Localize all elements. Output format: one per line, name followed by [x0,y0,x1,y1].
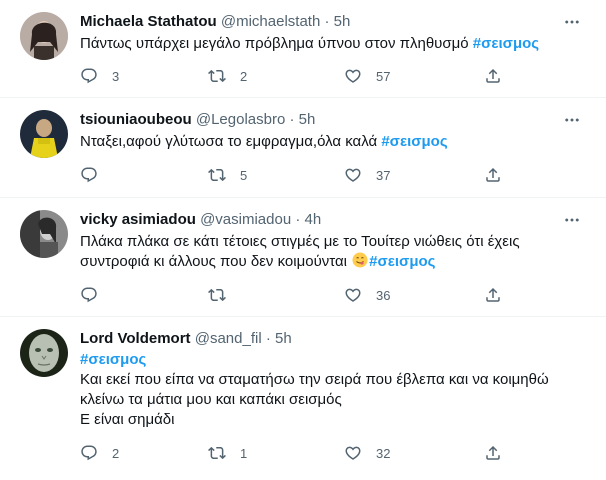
share-icon [484,67,502,85]
tweet-text: Νταξει,αφού γλύτωσα το εμφραγμα,όλα καλά… [80,132,448,152]
separator: · [324,13,330,30]
more-icon[interactable] [562,210,582,230]
reply-icon [80,444,98,462]
reply-button[interactable]: 2 [80,443,119,463]
display-name[interactable]: tsiouniaoubeou [80,111,192,128]
tweet-tsiouniaoubeou[interactable]: tsiouniaoubeou @Legolasbro · 5h Νταξει,α… [0,98,606,198]
hashtag-link[interactable]: #σεισμος [369,253,435,270]
handle[interactable]: @Legolasbro [196,111,285,128]
like-icon [344,67,362,85]
like-icon [344,444,362,462]
retweet-icon [208,166,226,184]
avatar[interactable] [20,110,68,158]
timestamp[interactable]: 5h [299,111,316,128]
tweet-text-line: Πάντως υπάρχει μεγάλο πρόβλημα ύπνου στο… [80,35,473,52]
retweet-count: 2 [240,68,248,84]
like-icon [344,166,362,184]
tweet-text-line: Και εκεί που είπα να σταματήσω την σειρά… [80,371,549,388]
share-icon [484,166,502,184]
tweet-text-line: Πλάκα πλάκα σε κάτι τέτοιες στιγμές με τ… [80,233,520,250]
like-button[interactable]: 37 [344,165,390,185]
retweet-icon [208,444,226,462]
tweet-header: Lord Voldemort @sand_fil · 5h [80,329,292,349]
display-name[interactable]: Michaela Stathatou [80,13,217,30]
reply-button[interactable] [80,285,112,305]
tweet-text-line: Νταξει,αφού γλύτωσα το εμφραγμα,όλα καλά [80,133,382,150]
reply-icon [80,286,98,304]
reply-icon [80,166,98,184]
separator: · [265,330,271,347]
face-savoring-food-emoji [352,252,368,268]
hashtag-link[interactable]: #σεισμος [473,35,539,52]
tweet-header: tsiouniaoubeou @Legolasbro · 5h [80,110,315,130]
retweet-button[interactable] [208,285,240,305]
like-icon [344,286,362,304]
tweet-header: Michaela Stathatou @michaelstath · 5h [80,12,350,32]
tweet-actions: 5 37 [80,165,500,185]
tweet-actions: 3 2 57 [80,66,500,86]
display-name[interactable]: Lord Voldemort [80,330,191,347]
tweet-header: vicky asimiadou @vasimiadou · 4h [80,210,321,230]
like-count: 37 [376,167,391,183]
display-name[interactable]: vicky asimiadou [80,211,196,228]
reply-button[interactable]: 3 [80,66,119,86]
avatar[interactable] [20,12,68,60]
like-button[interactable]: 57 [344,66,390,86]
more-icon[interactable] [562,12,582,32]
retweet-button[interactable]: 5 [208,165,247,185]
share-button[interactable] [484,66,502,86]
timestamp[interactable]: 5h [334,13,351,30]
tweet-text-line: Ε είναι σημάδι [80,411,175,428]
like-count: 36 [376,287,391,303]
more-icon[interactable] [562,110,582,130]
share-button[interactable] [484,165,502,185]
tweet-text-segment: συντροφιά κι άλλους που δεν κοιμούνται [80,253,352,270]
retweet-count: 5 [240,167,248,183]
retweet-button[interactable]: 2 [208,66,247,86]
retweet-icon [208,67,226,85]
retweet-count: 1 [240,445,248,461]
timestamp[interactable]: 4h [305,211,322,228]
reply-icon [80,67,98,85]
tweet-text: Πλάκα πλάκα σε κάτι τέτοιες στιγμές με τ… [80,232,520,272]
handle[interactable]: @sand_fil [195,330,262,347]
tweet-text-line-2: συντροφιά κι άλλους που δεν κοιμούνται #… [80,252,520,272]
handle[interactable]: @vasimiadou [200,211,291,228]
tweet-text: Πάντως υπάρχει μεγάλο πρόβλημα ύπνου στο… [80,34,539,54]
timestamp[interactable]: 5h [275,330,292,347]
like-count: 32 [376,445,391,461]
share-icon [484,444,502,462]
like-count: 57 [376,68,391,84]
hashtag-link[interactable]: #σεισμος [381,133,447,150]
share-button[interactable] [484,443,502,463]
reply-button[interactable] [80,165,112,185]
hashtag-link[interactable]: #σεισμος [80,350,549,370]
tweet-vicky[interactable]: vicky asimiadou @vasimiadou · 4h Πλάκα π… [0,198,606,317]
retweet-button[interactable]: 1 [208,443,247,463]
separator: · [289,111,295,128]
tweet-text: #σεισμος Και εκεί που είπα να σταματήσω … [80,350,549,430]
like-button[interactable]: 32 [344,443,390,463]
like-button[interactable]: 36 [344,285,390,305]
tweet-actions: 36 [80,285,500,305]
tweet-lord-voldemort[interactable]: Lord Voldemort @sand_fil · 5h #σεισμος Κ… [0,317,606,480]
tweet-michaela[interactable]: Michaela Stathatou @michaelstath · 5h Πά… [0,0,606,98]
avatar[interactable] [20,210,68,258]
share-button[interactable] [484,285,502,305]
separator: · [295,211,301,228]
reply-count: 3 [112,68,120,84]
tweet-text-line: κλείνω τα μάτια μου και καπάκι σεισμός [80,391,342,408]
retweet-icon [208,286,226,304]
share-icon [484,286,502,304]
handle[interactable]: @michaelstath [221,13,320,30]
reply-count: 2 [112,445,120,461]
avatar[interactable] [20,329,68,377]
tweet-actions: 2 1 32 [80,443,500,463]
